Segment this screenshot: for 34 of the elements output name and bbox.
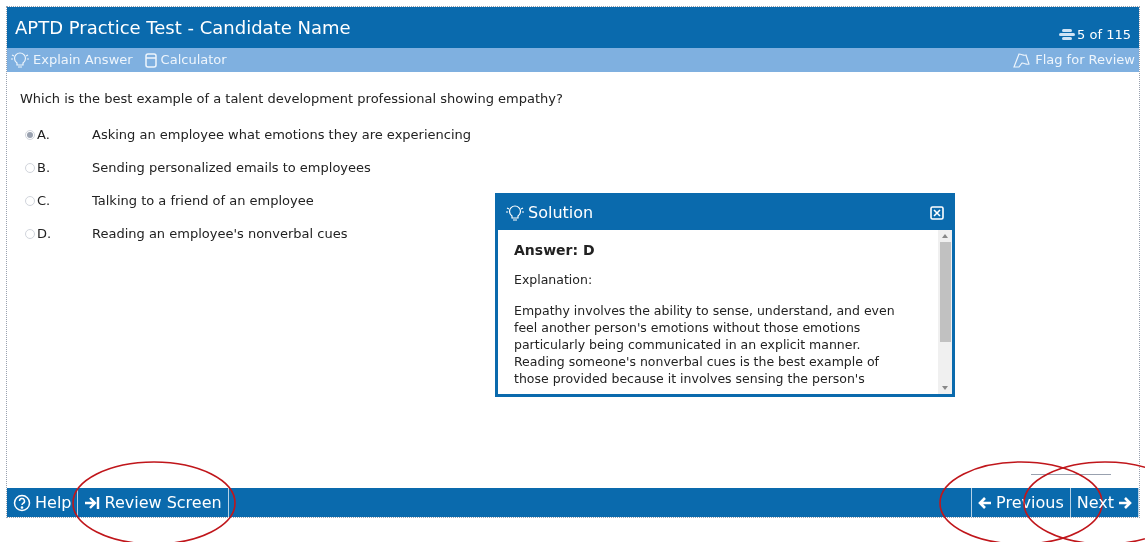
scroll-down-icon[interactable] bbox=[942, 386, 948, 390]
answer-option[interactable]: A. Asking an employee what emotions they are experiencing bbox=[20, 118, 472, 152]
help-icon bbox=[13, 493, 31, 512]
question-counter: 5 of 115 bbox=[1077, 25, 1131, 44]
answer-option[interactable]: B. Sending personalized emails to employees bbox=[20, 151, 371, 185]
option-text: Talking to a friend of an employee bbox=[92, 192, 314, 211]
help-button[interactable]: Help bbox=[7, 488, 79, 517]
radio-button[interactable] bbox=[25, 130, 35, 140]
explanation-text: Empathy involves the ability to sense, understand, and even feel another person's emotions without those emotions particularly being communicated in an explicit manner. Reading someone's nonverbal cues is the best example of those provided because it involves sensing the person's bbox=[514, 302, 896, 387]
window-title: APTD Practice Test - Candidate Name bbox=[15, 16, 351, 40]
answer-option[interactable]: D. Reading an employee's nonverbal cues bbox=[20, 217, 348, 251]
option-letter: A. bbox=[37, 126, 51, 145]
flag-icon bbox=[1013, 52, 1032, 68]
option-letter: D. bbox=[37, 225, 53, 244]
option-letter: B. bbox=[37, 159, 52, 178]
option-text: Sending personalized emails to employees bbox=[92, 159, 371, 178]
option-text: Reading an employee's nonverbal cues bbox=[92, 225, 348, 244]
explanation-heading: Explanation: bbox=[514, 271, 594, 288]
answer-option[interactable]: C. Talking to a friend of an employee bbox=[20, 184, 314, 218]
option-letter: C. bbox=[37, 192, 52, 211]
option-text: Asking an employee what emotions they are experiencing bbox=[92, 126, 472, 145]
calculator-icon bbox=[144, 52, 157, 68]
arrow-right-icon bbox=[1118, 495, 1132, 510]
arrow-left-icon bbox=[978, 495, 993, 510]
scrollbar-thumb[interactable] bbox=[939, 242, 951, 342]
lightbulb-icon bbox=[11, 52, 29, 68]
close-icon[interactable] bbox=[930, 206, 944, 220]
answer-text: Answer: D bbox=[514, 242, 596, 259]
stack-icon bbox=[1059, 28, 1076, 40]
dialog-title: Solution bbox=[528, 202, 594, 224]
scroll-up-icon[interactable] bbox=[942, 234, 948, 238]
arrow-to-bar-icon bbox=[84, 495, 101, 510]
question-text: Which is the best example of a talent development professional showing empathy? bbox=[20, 90, 564, 108]
lightbulb-icon bbox=[506, 205, 524, 221]
